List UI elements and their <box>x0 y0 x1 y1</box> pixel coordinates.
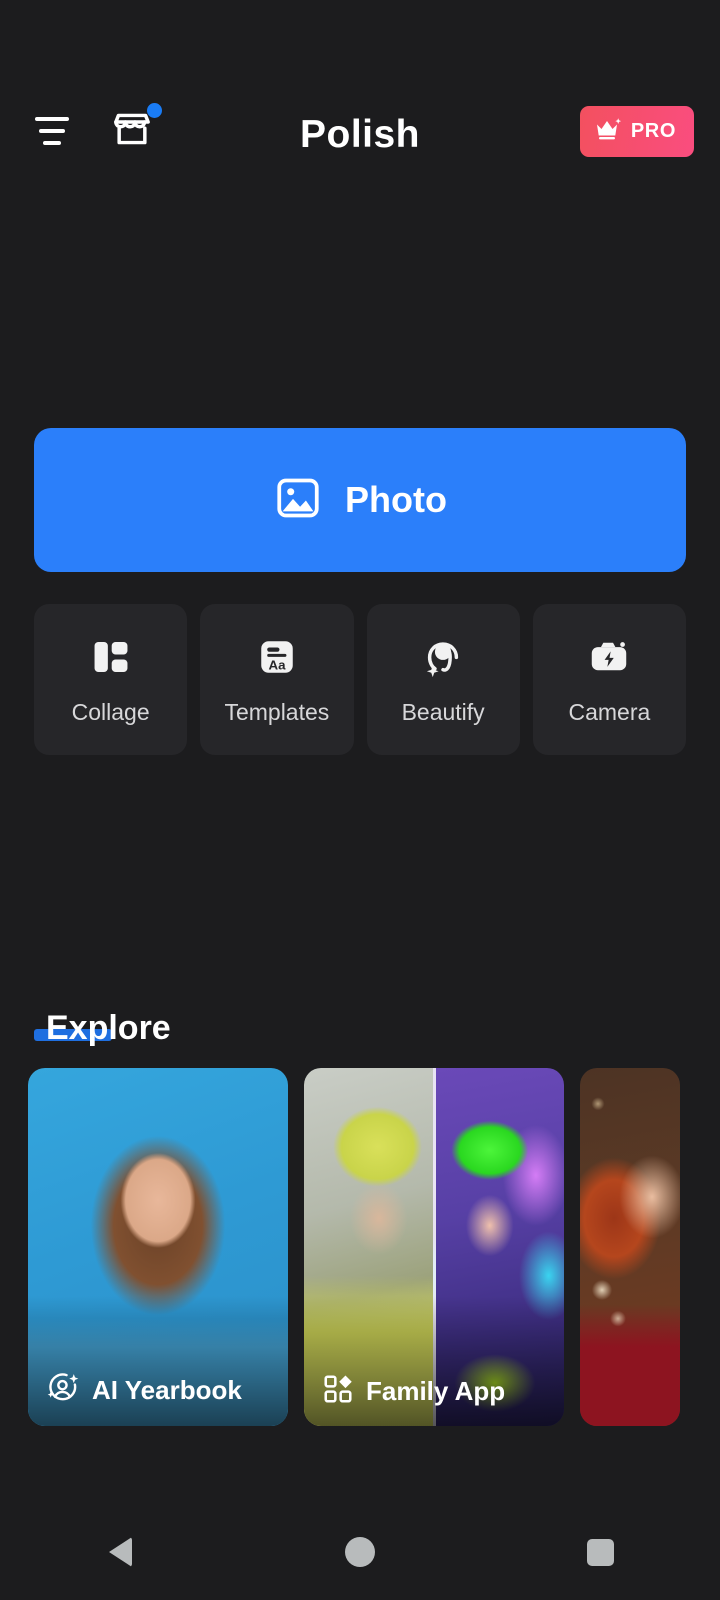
tile-templates[interactable]: Aa Templates <box>200 604 354 755</box>
tile-templates-label: Templates <box>224 698 330 725</box>
face-sparkle-icon <box>421 634 465 680</box>
card-footer: AI Yearbook <box>46 1371 276 1410</box>
app-header: Polish PRO <box>0 0 720 185</box>
back-triangle-icon <box>108 1537 132 1567</box>
photo-button[interactable]: Photo <box>34 428 686 572</box>
template-text-icon: Aa <box>256 634 298 680</box>
home-circle-icon <box>345 1537 375 1567</box>
pro-label: PRO <box>630 120 676 142</box>
collage-layout-icon <box>90 634 132 680</box>
store-button[interactable] <box>106 103 162 157</box>
card-label: Family App <box>366 1376 506 1406</box>
nav-back-button[interactable] <box>65 1504 175 1600</box>
card-footer: Family App <box>322 1373 552 1410</box>
app-screen: Polish PRO Photo Collage Aa Templates Be… <box>0 0 720 1600</box>
hamburger-menu-icon <box>35 117 69 145</box>
nav-home-button[interactable] <box>305 1504 415 1600</box>
nav-recents-button[interactable] <box>545 1504 655 1600</box>
tile-beautify-label: Beautify <box>401 698 485 725</box>
card-label: AI Yearbook <box>92 1375 242 1405</box>
app-title-text: Polish <box>299 113 421 156</box>
explore-card-list: AI Yearbook Family App <box>28 1068 680 1426</box>
photo-button-label: Photo <box>345 479 447 520</box>
person-sparkle-icon <box>46 1371 80 1410</box>
header-left-actions <box>26 103 162 157</box>
recents-square-icon <box>586 1538 614 1566</box>
camera-flash-icon <box>587 634 631 680</box>
tile-camera[interactable]: Camera <box>532 604 686 755</box>
svg-text:Aa: Aa <box>268 657 286 672</box>
store-notification-dot <box>147 103 162 118</box>
hamburger-menu-button[interactable] <box>26 105 78 157</box>
tile-collage-label: Collage <box>71 698 150 725</box>
grid-diamond-icon <box>322 1373 354 1410</box>
explore-section-header: Explore <box>34 995 171 1045</box>
explore-card-ai-yearbook[interactable]: AI Yearbook <box>28 1068 288 1426</box>
explore-card-family-app[interactable]: Family App <box>304 1068 564 1426</box>
quick-action-tiles: Collage Aa Templates Beautify Camera <box>34 604 686 755</box>
pro-upgrade-button[interactable]: PRO <box>579 106 694 157</box>
explore-title: Explore <box>46 1009 171 1047</box>
system-navigation-bar <box>0 1504 720 1600</box>
explore-card-holiday[interactable] <box>580 1068 680 1426</box>
tile-beautify[interactable]: Beautify <box>366 604 520 755</box>
holiday-photo <box>580 1068 680 1426</box>
image-icon <box>273 473 323 528</box>
tile-camera-label: Camera <box>568 698 651 725</box>
tile-collage[interactable]: Collage <box>34 604 188 755</box>
crown-icon <box>594 116 622 147</box>
